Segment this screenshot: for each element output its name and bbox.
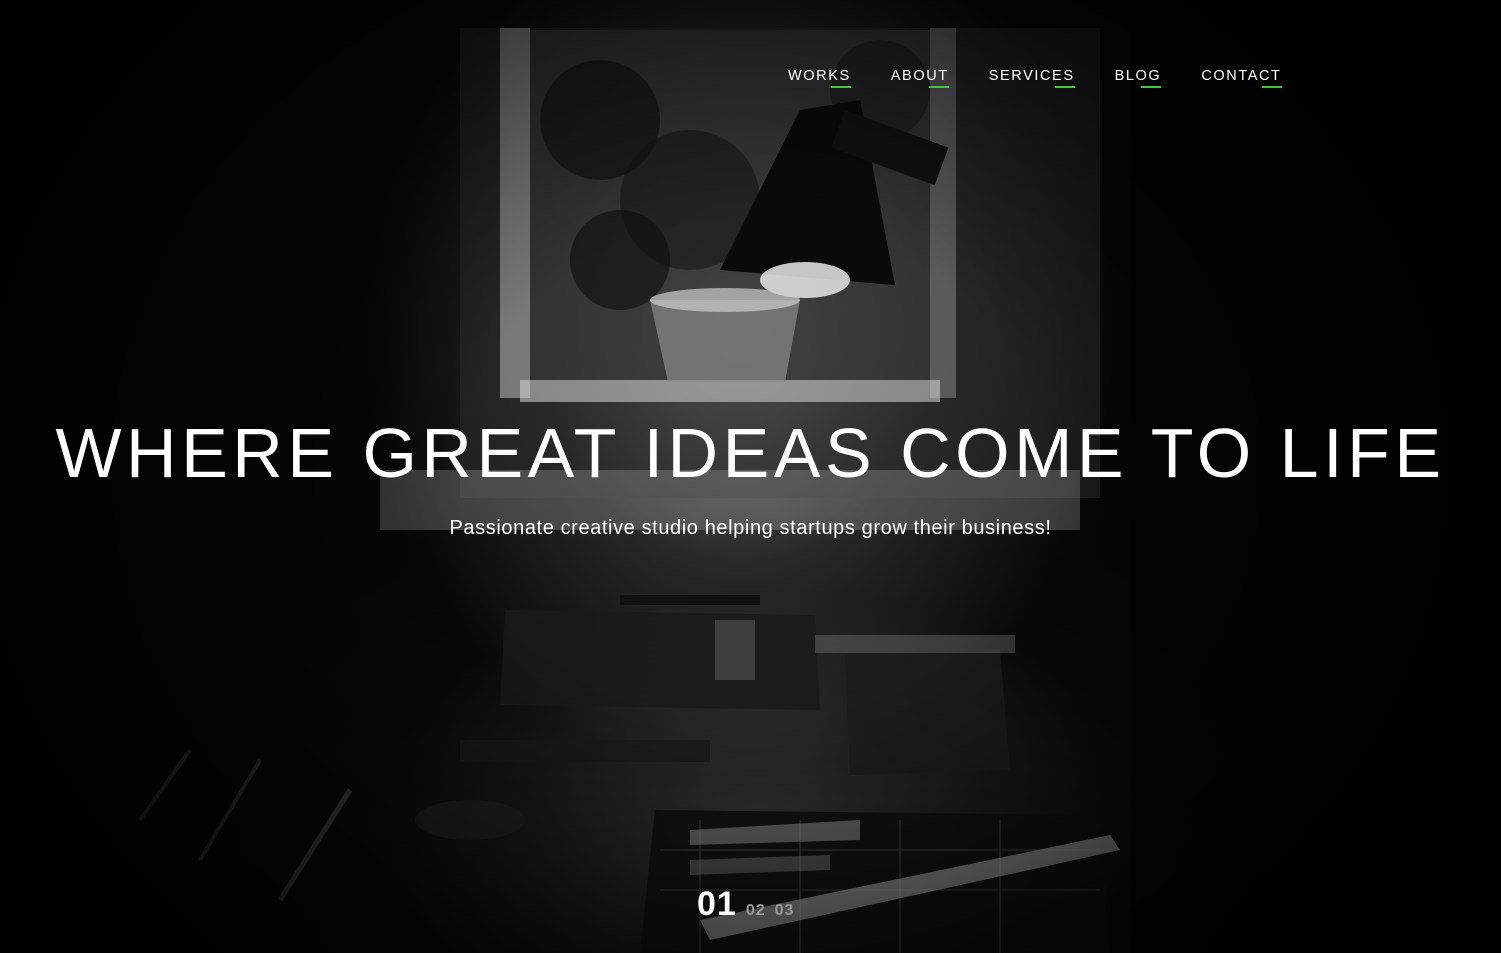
- nav-item-contact[interactable]: CONTACT: [1201, 68, 1282, 88]
- nav-item-works[interactable]: WORKS: [788, 68, 851, 88]
- slider-page-3[interactable]: 03: [775, 902, 795, 920]
- nav-underline-accent: [928, 86, 949, 88]
- main-nav: WORKS ABOUT SERVICES BLOG CONTACT: [788, 68, 1282, 88]
- nav-item-label: BLOG: [1114, 68, 1162, 84]
- nav-item-label: ABOUT: [890, 68, 949, 84]
- hero-subtitle: Passionate creative studio helping start…: [449, 517, 1052, 539]
- nav-item-services[interactable]: SERVICES: [989, 68, 1075, 88]
- nav-item-label: CONTACT: [1201, 68, 1282, 84]
- nav-item-label: WORKS: [788, 68, 851, 84]
- nav-underline-accent: [830, 86, 851, 88]
- hero-headline: WHERE GREAT IDEAS COME TO LIFE: [55, 414, 1446, 492]
- nav-item-about[interactable]: ABOUT: [891, 68, 949, 88]
- hero-section: WORKS ABOUT SERVICES BLOG CONTACT WHERE …: [0, 0, 1501, 953]
- nav-item-blog[interactable]: BLOG: [1115, 68, 1162, 88]
- nav-underline-accent: [1141, 86, 1162, 88]
- slider-page-2[interactable]: 02: [746, 902, 766, 920]
- slider-pager: 01 02 03: [697, 885, 794, 924]
- nav-underline-accent: [1261, 86, 1282, 88]
- nav-item-label: SERVICES: [988, 68, 1075, 84]
- nav-underline-accent: [1054, 86, 1075, 88]
- slider-page-current[interactable]: 01: [697, 885, 737, 924]
